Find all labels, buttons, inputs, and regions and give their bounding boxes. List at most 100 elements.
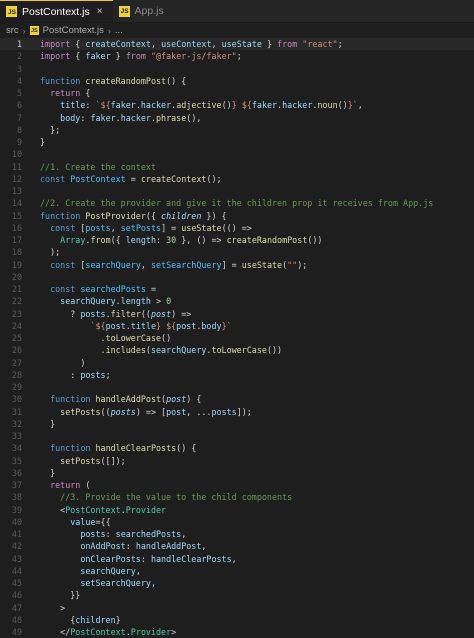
code-line[interactable]: 25 .toLowerCase() [0,332,474,344]
code-line[interactable]: 1 import { createContext, useContext, use… [0,38,474,51]
line-number: 8 [16,124,22,135]
code-token: : [85,100,96,111]
code-line[interactable]: 44 searchQuery, [0,565,474,577]
code-line[interactable]: 30 function handleAddPost(post) { [0,393,474,405]
code-line[interactable]: 43 onClearPosts: handleClearPosts, [0,553,474,565]
editor-tab-bar: JS PostContext.js × JS App.js [0,0,474,23]
code-line[interactable]: 3 [0,63,474,75]
code-line[interactable]: 40 value={{ [0,516,474,528]
code-line[interactable]: 41 posts: searchedPosts, [0,528,474,540]
code-line[interactable]: 28 : posts; [0,369,474,381]
code-token: } [40,467,56,478]
line-number: 19 [11,259,22,270]
js-file-icon: JS [29,26,39,35]
code-line[interactable]: 9} [0,136,474,148]
code-text: setPosts((posts) => [post, ...posts]); [22,406,252,418]
breadcrumb-more[interactable]: ... [115,25,123,36]
code-line[interactable]: 29 [0,381,474,393]
code-token: toLowerCase [211,345,267,356]
close-icon[interactable]: × [97,6,103,17]
line-number: 40 [11,516,22,527]
code-token: = [145,284,157,294]
code-token: body [60,112,81,123]
code-line[interactable]: 6 title: `${faker.hacker.adjective()} ${… [0,99,474,111]
code-line[interactable]: 27 ) [0,357,474,369]
code-token: { [70,39,86,49]
code-line[interactable]: 16 const [posts, setPosts] = useState(()… [0,222,474,234]
code-line[interactable]: 23 ? posts.filter((post) => [0,308,474,320]
code-line[interactable]: 14 //2. Create the provider and give it t… [0,197,474,209]
code-line[interactable]: 2 import { faker } from "@faker-js/faker"… [0,50,474,62]
code-line[interactable]: 26 .includes(searchQuery.toLowerCase()) [0,344,474,356]
code-line[interactable]: 20 [0,271,474,283]
code-line[interactable]: 19 const [searchQuery, setSearchQuery] =… [0,259,474,271]
code-line[interactable]: 4 function createRandomPost() { [0,75,474,87]
code-token: ()) [266,345,283,356]
line-number: 38 [11,492,22,503]
code-token: title [60,100,86,111]
code-line[interactable]: 5 return { [0,87,474,99]
code-line[interactable]: 21 const searchedPosts = [0,283,474,295]
code-token: PostContext [65,504,121,515]
code-token: Provider [125,504,167,515]
code-line[interactable]: 49 </PostContext.Provider> [0,626,474,638]
code-line[interactable]: 24 `${post.title} ${post.body}` [0,320,474,332]
code-text: ? posts.filter((post) => [22,308,191,320]
breadcrumb-file[interactable]: PostContext.js [43,25,104,36]
code-token: ({ [110,235,126,245]
code-line[interactable]: 34 function handleClearPosts() { [0,442,474,454]
code-token: ) => [ [135,406,167,417]
code-token: ( [80,480,91,490]
code-token: filter [110,308,141,319]
code-line[interactable]: 39 <PostContext.Provider [0,504,474,516]
code-token: hacker [140,100,172,111]
code-token: children [161,210,202,221]
tab-postcontext[interactable]: JS PostContext.js × [0,0,113,22]
code-text: const [searchQuery, setSearchQuery] = us… [22,259,307,271]
breadcrumb-folder[interactable]: src [6,25,19,36]
code-line[interactable]: 32 } [0,418,474,430]
code-text: function PostProvider({ children }) { [22,210,227,222]
code-line[interactable]: 42 onAddPost: handleAddPost, [0,540,474,552]
code-line[interactable]: 15 function PostProvider({ children }) { [0,210,474,222]
code-token: post [150,308,172,319]
code-token: , [211,39,222,49]
code-token: return [50,88,81,98]
code-line[interactable]: 36 } [0,467,474,479]
code-line[interactable]: 45 setSearchQuery, [0,577,474,589]
code-line[interactable]: 38 //3. Provide the value to the child c… [0,491,474,503]
code-token: post [166,406,187,417]
code-line[interactable]: 35 setPosts([]); [0,455,474,467]
tab-app[interactable]: JS App.js [113,0,174,22]
code-line[interactable]: 10 [0,148,474,160]
code-line[interactable]: 18 ); [0,246,474,258]
code-line[interactable]: 46 }} [0,589,474,601]
code-token: ({ [145,210,162,221]
line-number: 26 [11,345,22,356]
code-line[interactable]: 47 > [0,602,474,614]
code-token: faker [251,100,278,111]
code-text: return ( [22,479,90,491]
code-line[interactable]: 7 body: faker.hacker.phrase(), [0,112,474,124]
code-line[interactable]: 12 const PostContext = createContext(); [0,173,474,185]
code-line[interactable]: 17 Array.from({ length: 30 }, () => crea… [0,234,474,246]
code-token: const [50,259,76,270]
code-line[interactable]: 22 searchQuery.length > 0 [0,295,474,307]
code-line[interactable]: 37 return ( [0,479,474,491]
code-line[interactable]: 11 //1. Create the context [0,161,474,173]
code-line[interactable]: 31 setPosts((posts) => [post, ...posts])… [0,406,474,418]
code-token: length [120,296,151,307]
line-number: 36 [11,467,22,478]
code-line[interactable]: 33 [0,430,474,442]
code-text: function handleClearPosts() { [22,442,196,454]
code-token: }; [40,124,61,135]
code-token: from [277,39,298,49]
code-line[interactable]: 13 [0,185,474,197]
code-token: ); [40,247,61,258]
code-line[interactable]: 8 }; [0,124,474,136]
code-editor[interactable]: 1 import { createContext, useContext, use… [0,38,474,638]
code-token: post [105,320,126,331]
